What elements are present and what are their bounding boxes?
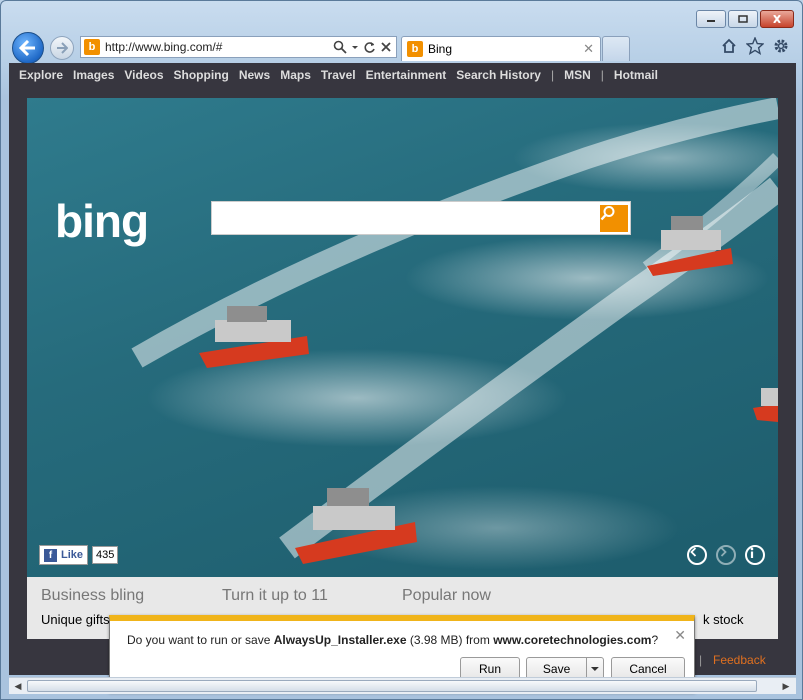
- browser-window: b http://www.bing.com/# b Bing ✕ Explore…: [0, 0, 803, 700]
- search-icon[interactable]: [333, 40, 347, 54]
- popular-now-heading[interactable]: Popular now: [402, 587, 491, 605]
- horizontal-scrollbar[interactable]: ◀ ▶: [9, 677, 796, 694]
- nav-msn[interactable]: MSN: [564, 68, 591, 82]
- download-source: www.coretechnologies.com: [493, 633, 652, 647]
- boat-edge: [753, 388, 778, 422]
- back-arrow-icon: [19, 40, 35, 56]
- address-tools: [333, 40, 396, 54]
- nav-videos[interactable]: Videos: [124, 68, 163, 82]
- nav-hotmail[interactable]: Hotmail: [614, 68, 658, 82]
- bing-favicon-icon: b: [84, 39, 100, 55]
- minimize-button[interactable]: [696, 10, 726, 28]
- boats-illustration: [131, 98, 778, 564]
- bing-search-input[interactable]: [211, 201, 631, 235]
- page-viewport: Explore Images Videos Shopping News Maps…: [9, 63, 796, 675]
- chevron-right-icon: [720, 547, 727, 557]
- facebook-icon: f: [44, 548, 57, 562]
- nav-shopping[interactable]: Shopping: [174, 68, 229, 82]
- tab-title: Bing: [428, 42, 453, 56]
- previous-image-button[interactable]: [687, 545, 707, 565]
- nav-travel[interactable]: Travel: [321, 68, 356, 82]
- address-url[interactable]: http://www.bing.com/#: [105, 40, 333, 54]
- boat-bottom: [295, 488, 417, 564]
- back-button[interactable]: [12, 32, 44, 64]
- like-label: Like: [61, 549, 84, 561]
- nav-images[interactable]: Images: [73, 68, 114, 82]
- magnifier-icon: [600, 206, 615, 221]
- caption-buttons: [696, 10, 794, 28]
- tab-favicon-icon: b: [407, 41, 423, 57]
- scroll-right-icon[interactable]: ▶: [779, 680, 793, 692]
- tab-bing[interactable]: b Bing ✕: [401, 36, 601, 61]
- download-message: Do you want to run or save AlwaysUp_Inst…: [127, 633, 658, 647]
- turn-it-up-heading[interactable]: Turn it up to 11: [222, 587, 328, 605]
- minimize-icon: [707, 20, 715, 22]
- address-bar[interactable]: b http://www.bing.com/#: [80, 36, 397, 58]
- home-icon[interactable]: [720, 37, 738, 55]
- facebook-like-button[interactable]: f Like: [39, 545, 89, 565]
- stop-icon[interactable]: [380, 41, 392, 53]
- browser-tools: [720, 37, 790, 55]
- scrollbar-thumb[interactable]: [27, 680, 757, 692]
- new-tab-button[interactable]: [602, 36, 630, 61]
- facebook-like: f Like 435: [39, 545, 119, 565]
- gear-icon[interactable]: [772, 37, 790, 55]
- nav-explore[interactable]: Explore: [19, 68, 63, 82]
- nav-entertainment[interactable]: Entertainment: [366, 68, 447, 82]
- refresh-icon[interactable]: [363, 41, 376, 54]
- maximize-icon: [738, 15, 748, 23]
- info-button[interactable]: [745, 545, 765, 565]
- feedback-link[interactable]: Feedback: [713, 653, 766, 667]
- bing-top-nav: Explore Images Videos Shopping News Maps…: [9, 63, 796, 87]
- stock-link[interactable]: k stock: [703, 612, 743, 627]
- unique-gifts-link[interactable]: Unique gifts: [41, 612, 110, 627]
- chevron-left-icon: [690, 547, 697, 557]
- dropdown-arrow-icon[interactable]: [351, 40, 359, 54]
- close-window-button[interactable]: [760, 10, 794, 28]
- download-close-icon[interactable]: ✕: [674, 627, 686, 644]
- bing-search-button[interactable]: [600, 205, 628, 232]
- download-size: (3.98 MB) from: [406, 633, 494, 647]
- download-suffix: ?: [651, 633, 659, 647]
- nav-separator: |: [550, 68, 555, 82]
- scroll-left-icon[interactable]: ◀: [11, 680, 25, 692]
- nav-maps[interactable]: Maps: [280, 68, 311, 82]
- forward-arrow-icon: [57, 42, 68, 54]
- info-icon: [750, 547, 754, 558]
- download-filename: AlwaysUp_Installer.exe: [273, 633, 407, 647]
- business-bling-heading[interactable]: Business bling: [41, 587, 144, 605]
- bing-logo: bing: [55, 195, 149, 247]
- nav-news[interactable]: News: [239, 68, 270, 82]
- maximize-button[interactable]: [728, 10, 758, 28]
- save-label: Save: [542, 662, 571, 676]
- next-image-button[interactable]: [716, 545, 736, 565]
- close-icon: [773, 15, 781, 23]
- footer-separator: |: [699, 653, 703, 667]
- like-count: 435: [92, 546, 119, 564]
- chevron-down-icon[interactable]: [587, 664, 603, 674]
- tab-close-icon[interactable]: ✕: [583, 41, 594, 57]
- download-prefix: Do you want to run or save: [127, 633, 274, 647]
- hero-background-image: bing f Like 435: [27, 98, 778, 577]
- nav-search-history[interactable]: Search History: [456, 68, 541, 82]
- favorites-star-icon[interactable]: [746, 37, 764, 55]
- forward-button[interactable]: [50, 36, 74, 60]
- nav-separator: |: [600, 68, 604, 82]
